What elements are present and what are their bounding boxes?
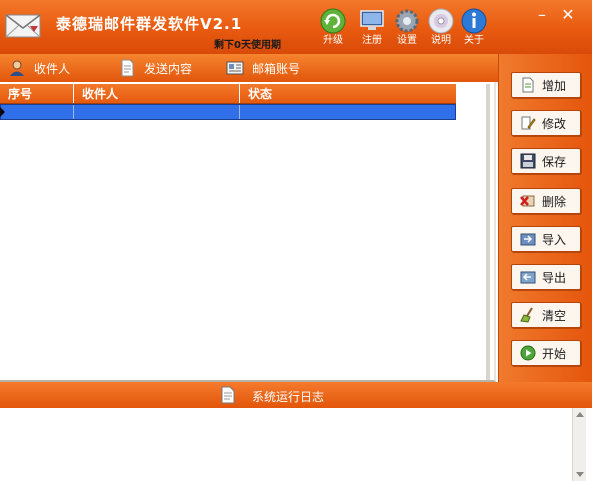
scroll-up-icon[interactable] — [576, 412, 584, 417]
log-textarea[interactable] — [0, 408, 592, 481]
delete-label: 删除 — [542, 194, 567, 209]
clear-label: 清空 — [542, 308, 567, 323]
settings-button[interactable]: 设置 — [389, 8, 425, 48]
start-label: 开始 — [542, 346, 567, 361]
add-button[interactable]: 增加 — [511, 72, 581, 98]
start-button[interactable]: 开始 — [511, 340, 581, 366]
export-button[interactable]: 导出 — [511, 264, 581, 290]
document-icon — [121, 59, 134, 77]
add-label: 增加 — [542, 78, 567, 93]
import-label: 导入 — [542, 232, 567, 247]
info-icon — [461, 8, 487, 34]
column-header-recipient[interactable]: 收件人 — [74, 84, 240, 103]
add-document-icon — [522, 77, 534, 93]
clear-button[interactable]: 清空 — [511, 302, 581, 328]
floppy-disk-icon — [520, 153, 536, 169]
about-label: 关于 — [464, 35, 484, 46]
tab-accounts[interactable]: 邮箱账号 — [226, 58, 300, 78]
export-icon — [520, 271, 536, 284]
grid-header: 序号 收件人 状态 — [0, 84, 456, 104]
log-scrollbar[interactable] — [572, 408, 586, 481]
log-header: 系统运行日志 — [0, 382, 592, 408]
grid-scrollbar[interactable] — [486, 84, 490, 380]
envelope-logo-icon — [5, 14, 41, 38]
tab-content-label: 发送内容 — [144, 61, 193, 76]
recipient-grid[interactable] — [0, 82, 496, 382]
cell-status[interactable] — [240, 105, 455, 119]
log-document-icon — [221, 386, 235, 404]
close-button[interactable]: ✕ — [558, 6, 578, 26]
log-title: 系统运行日志 — [252, 390, 325, 404]
column-header-index[interactable]: 序号 — [0, 84, 74, 103]
broom-icon — [520, 307, 533, 323]
trial-remaining-text: 剩下0天使用期 — [214, 40, 281, 51]
import-icon — [520, 233, 536, 246]
register-button[interactable]: 注册 — [354, 8, 390, 48]
about-button[interactable]: 关于 — [456, 8, 492, 48]
address-card-icon — [226, 61, 244, 75]
tab-accounts-label: 邮箱账号 — [252, 61, 301, 76]
tab-bar: 收件人 发送内容 邮箱账号 — [0, 54, 498, 82]
monitor-icon — [360, 10, 384, 30]
scroll-down-icon[interactable] — [576, 472, 584, 477]
column-header-status[interactable]: 状态 — [240, 84, 456, 103]
upgrade-button[interactable]: 升级 — [315, 8, 351, 48]
user-icon — [10, 60, 24, 76]
help-button[interactable]: 说明 — [423, 8, 459, 48]
app-title: 泰德瑞邮件群发软件V2.1 — [56, 15, 243, 33]
edit-label: 修改 — [542, 116, 567, 131]
action-panel: 增加 修改 保存 删除 导入 导出 清空 开始 — [498, 54, 592, 382]
gear-icon — [395, 9, 419, 33]
tab-recipients[interactable]: 收件人 — [8, 58, 70, 78]
save-label: 保存 — [542, 154, 567, 169]
minimize-button[interactable]: – — [532, 6, 552, 26]
play-icon — [520, 345, 536, 361]
current-row-indicator-icon — [0, 107, 5, 117]
cell-index[interactable] — [1, 105, 74, 119]
delete-icon — [520, 195, 535, 207]
edit-button[interactable]: 修改 — [511, 110, 581, 136]
save-button[interactable]: 保存 — [511, 148, 581, 174]
import-button[interactable]: 导入 — [511, 226, 581, 252]
refresh-icon — [320, 8, 346, 34]
delete-button[interactable]: 删除 — [511, 188, 581, 214]
tab-recipients-label: 收件人 — [34, 61, 71, 76]
tab-content[interactable]: 发送内容 — [118, 58, 192, 78]
register-label: 注册 — [362, 35, 382, 46]
upgrade-label: 升级 — [323, 35, 343, 46]
cell-recipient[interactable] — [74, 105, 240, 119]
settings-label: 设置 — [397, 35, 417, 46]
export-label: 导出 — [542, 270, 567, 285]
title-bar: 泰德瑞邮件群发软件V2.1 剩下0天使用期 升级 注册 设置 说明 关于 – ✕ — [0, 0, 592, 54]
disc-icon — [428, 8, 454, 34]
edit-pencil-icon — [521, 116, 536, 130]
table-row[interactable] — [0, 104, 456, 120]
help-label: 说明 — [431, 35, 451, 46]
